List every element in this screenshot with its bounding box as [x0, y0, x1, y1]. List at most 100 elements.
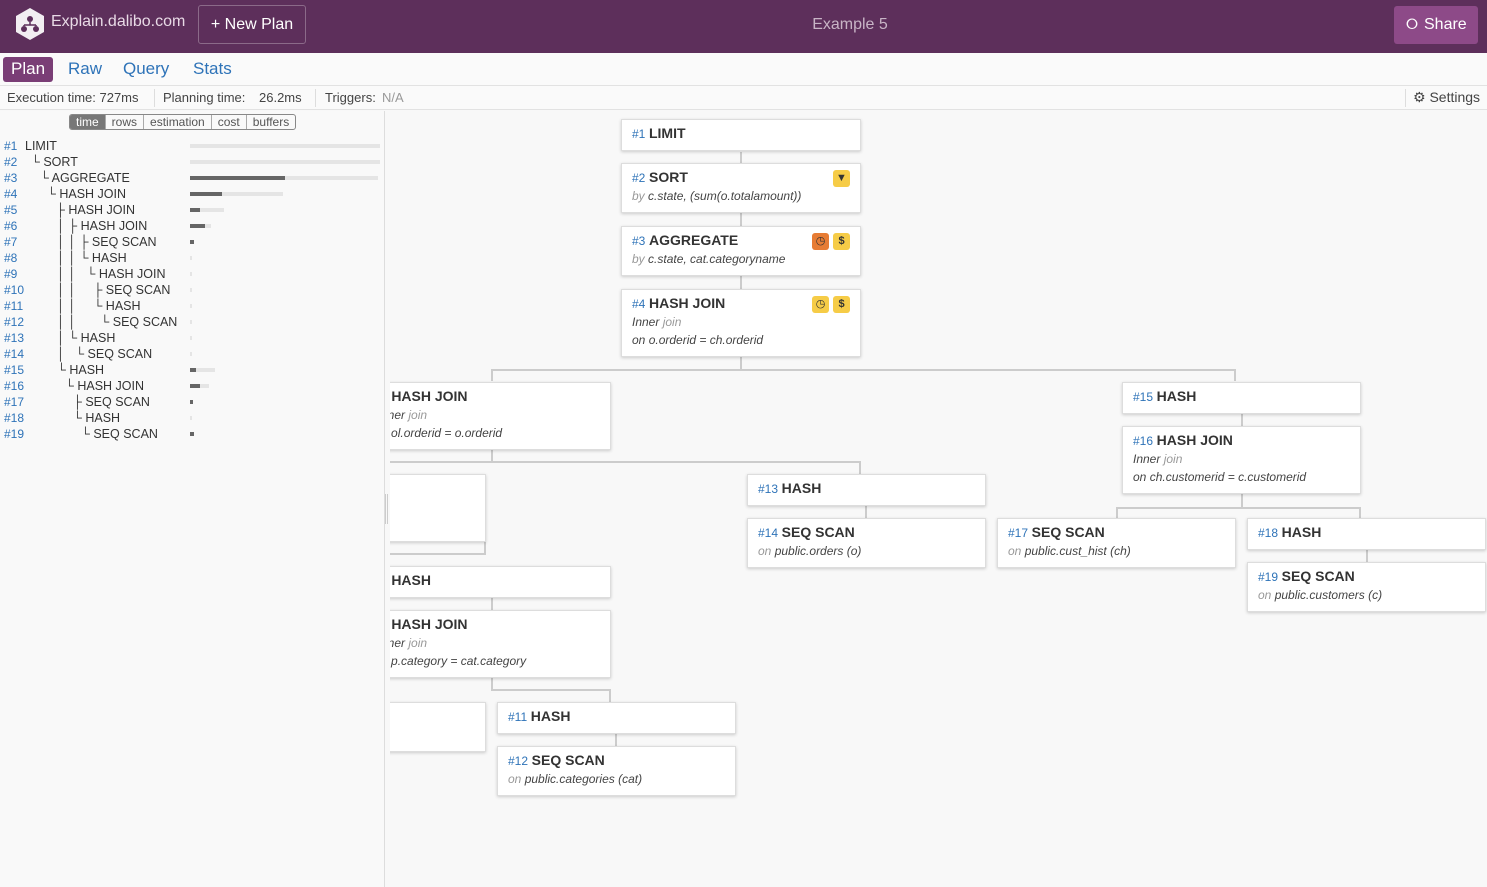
metric-tab-cost[interactable]: cost: [210, 115, 246, 129]
plan-node-9[interactable]: 9 HASH JOIN nner join n p.category = cat…: [390, 610, 611, 678]
tree-node-label: └ HASH JOIN: [47, 187, 127, 201]
plan-tree-row[interactable]: #18 └ HASH: [0, 410, 385, 426]
tree-node-label: LIMIT: [25, 139, 57, 153]
plan-node-15[interactable]: #15 HASH: [1122, 382, 1361, 414]
plan-node-4[interactable]: #4 HASH JOIN ◷ $ Inner join on o.orderid…: [621, 289, 861, 357]
plan-tree-row[interactable]: #2 └ SORT: [0, 154, 385, 170]
settings-button[interactable]: ⚙ Settings: [1413, 89, 1480, 106]
plan-tree-row[interactable]: #15 └ HASH: [0, 362, 385, 378]
clock-icon[interactable]: ◷: [812, 296, 829, 313]
tab-raw[interactable]: Raw: [60, 57, 110, 82]
divider: [315, 89, 316, 107]
tree-node-label: │ └ HASH: [57, 331, 116, 345]
plan-tree-row[interactable]: #12 │ │ └ SEQ SCAN: [0, 314, 385, 330]
metric-tab-estimation[interactable]: estimation: [143, 115, 211, 129]
node-type: SEQ SCAN: [781, 524, 855, 540]
dollar-icon[interactable]: $: [833, 233, 850, 250]
plan-tree-row[interactable]: #6 │ ├ HASH JOIN: [0, 218, 385, 234]
plan-node-13[interactable]: #13 HASH: [747, 474, 986, 506]
plan-tree-row[interactable]: #7 │ │ ├ SEQ SCAN: [0, 234, 385, 250]
divider: [1405, 89, 1406, 107]
plan-node-1[interactable]: #1 LIMIT: [621, 119, 861, 151]
plan-node-19[interactable]: #19 SEQ SCAN on public.customers (c): [1247, 562, 1486, 612]
tree-node-label: │ └ SEQ SCAN: [57, 347, 153, 361]
plan-graph-canvas[interactable]: #1 LIMIT #2 SORT ▼ by c.state, (sum(o.to…: [390, 111, 1487, 887]
plan-tree-row[interactable]: #1 LIMIT: [0, 138, 385, 154]
plan-tree-row[interactable]: #19 └ SEQ SCAN: [0, 426, 385, 442]
view-tabs: Plan Raw Query Stats: [0, 53, 1487, 86]
hexagon-plan-logo-icon[interactable]: [15, 7, 45, 41]
execution-time: Execution time: 727ms: [7, 90, 139, 105]
tree-node-label: │ │ └ HASH: [57, 251, 127, 265]
plan-node-12[interactable]: #12 SEQ SCAN on public.categories (cat): [497, 746, 736, 796]
plan-node-5[interactable]: 5 HASH JOIN nner join n ol.orderid = o.o…: [390, 382, 611, 450]
plan-tree-row[interactable]: #10 │ │ ├ SEQ SCAN: [0, 282, 385, 298]
node-type: HASH: [1156, 388, 1197, 404]
share-button[interactable]: ⭘ Share: [1394, 6, 1478, 44]
triggers-value: N/A: [382, 90, 404, 105]
plan-node-10[interactable]: [390, 702, 486, 752]
plan-tree-row[interactable]: #8 │ │ └ HASH: [0, 250, 385, 266]
plan-node-11[interactable]: #11 HASH: [497, 702, 736, 734]
tree-node-label: │ │ └ HASH: [57, 299, 141, 313]
tree-node-label: │ ├ HASH JOIN: [57, 219, 148, 233]
plan-tree-row[interactable]: #4 └ HASH JOIN: [0, 186, 385, 202]
plan-node-17[interactable]: #17 SEQ SCAN on public.cust_hist (ch): [997, 518, 1236, 568]
node-group-key: c.state, cat.categoryname: [648, 252, 786, 266]
metric-tab-buffers[interactable]: buffers: [245, 115, 295, 129]
metric-tab-time[interactable]: time: [70, 115, 105, 129]
tree-node-label: ├ SEQ SCAN: [73, 395, 150, 409]
plan-tree-row[interactable]: #13 │ └ HASH: [0, 330, 385, 346]
plan-tree-row[interactable]: #17 ├ SEQ SCAN: [0, 394, 385, 410]
dollar-icon[interactable]: $: [833, 296, 850, 313]
node-on-keyword: on: [508, 772, 522, 786]
tab-plan[interactable]: Plan: [3, 57, 54, 82]
node-join-type: Inner: [1133, 452, 1161, 466]
plan-tree-row[interactable]: #3 └ AGGREGATE: [0, 170, 385, 186]
tree-node-number: #7: [4, 235, 18, 249]
tree-node-number: #11: [4, 299, 24, 313]
plan-tree-row[interactable]: #5 ├ HASH JOIN: [0, 202, 385, 218]
plan-tree-row[interactable]: #14 │ └ SEQ SCAN: [0, 346, 385, 362]
time-bar-fill: [190, 176, 285, 180]
new-plan-button[interactable]: + New Plan: [198, 5, 306, 44]
time-bar-track: [190, 160, 380, 164]
plan-node-18[interactable]: #18 HASH: [1247, 518, 1486, 550]
node-type: SEQ SCAN: [531, 752, 605, 768]
plan-node-6[interactable]: [390, 474, 486, 542]
time-bar-track: [190, 304, 192, 308]
metric-tab-rows[interactable]: rows: [104, 115, 143, 129]
tab-query[interactable]: Query: [115, 57, 177, 82]
tree-node-label: └ SORT: [31, 155, 78, 169]
node-on-keyword: on: [758, 544, 772, 558]
time-bar-track: [190, 288, 192, 292]
time-bar-track: [190, 320, 192, 324]
panel-splitter-handle[interactable]: [385, 494, 388, 524]
node-on-keyword: on: [1258, 588, 1272, 602]
plan-tree-row[interactable]: #16 └ HASH JOIN: [0, 378, 385, 394]
node-type: HASH: [391, 572, 431, 588]
brand-link[interactable]: Explain.dalibo.com: [51, 13, 185, 31]
time-bar-fill: [190, 432, 194, 436]
node-join-keyword: join: [662, 315, 682, 329]
clock-icon[interactable]: ◷: [812, 233, 829, 250]
node-type: SORT: [648, 169, 688, 185]
time-bar-fill: [190, 208, 200, 212]
plan-node-8[interactable]: 8 HASH: [390, 566, 611, 598]
plan-tree-row[interactable]: #11 │ │ └ HASH: [0, 298, 385, 314]
tab-stats[interactable]: Stats: [185, 57, 240, 82]
time-bar-track: [190, 256, 192, 260]
node-on-keyword: on: [632, 333, 646, 347]
node-number: #12: [508, 754, 529, 768]
node-number: #18: [1258, 526, 1279, 540]
plan-node-3[interactable]: #3 AGGREGATE ◷ $ by c.state, cat.categor…: [621, 226, 861, 276]
triggers-label: Triggers:: [325, 90, 376, 105]
plan-title: Example 5: [812, 16, 888, 33]
thumbs-down-icon[interactable]: ▼: [833, 170, 850, 187]
plan-node-14[interactable]: #14 SEQ SCAN on public.orders (o): [747, 518, 986, 568]
plan-node-2[interactable]: #2 SORT ▼ by c.state, (sum(o.totalamount…: [621, 163, 861, 213]
plan-node-16[interactable]: #16 HASH JOIN Inner join on ch.customeri…: [1122, 426, 1361, 494]
plan-tree-row[interactable]: #9 │ │ └ HASH JOIN: [0, 266, 385, 282]
node-join-type: nner: [390, 408, 406, 422]
tree-node-number: #5: [4, 203, 18, 217]
